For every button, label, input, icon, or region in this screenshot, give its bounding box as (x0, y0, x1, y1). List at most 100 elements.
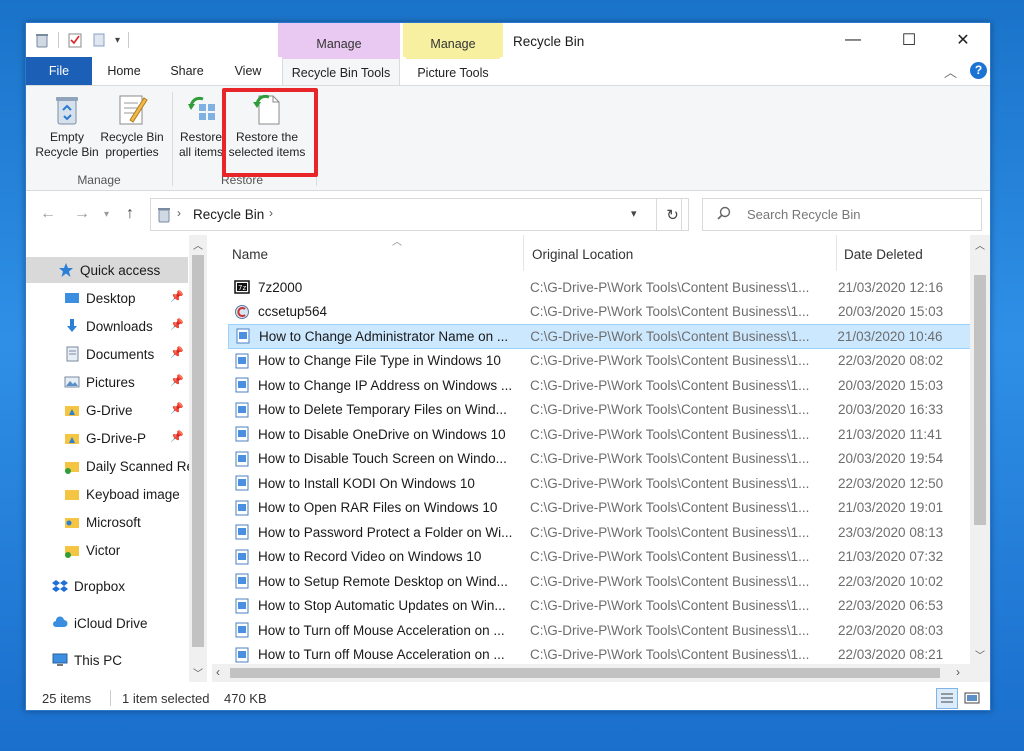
file-date: 22/03/2020 10:02 (838, 573, 944, 589)
file-row[interactable]: How to Open RAR Files on Windows 10 C:\G… (228, 496, 972, 521)
scroll-down-icon[interactable]: ﹀ (193, 665, 203, 680)
file-date: 23/03/2020 08:13 (838, 524, 944, 540)
image-file-icon (234, 622, 250, 638)
forward-arrow-icon[interactable]: → (74, 205, 90, 223)
column-header-original-location[interactable]: Original Location (532, 235, 633, 271)
properties-icon[interactable] (67, 32, 83, 48)
download-arrow-icon (64, 318, 80, 334)
nav-daily-scanned[interactable]: Daily Scanned Re (26, 453, 194, 479)
file-row[interactable]: ccsetup564 C:\G-Drive-P\Work Tools\Conte… (228, 300, 972, 325)
address-dropdown-icon[interactable]: ▾ (631, 207, 637, 220)
image-file-icon (234, 426, 250, 442)
refresh-button[interactable]: ↻ (656, 198, 689, 231)
nav-dropbox[interactable]: Dropbox (26, 573, 188, 599)
nav-label: Downloads (86, 318, 153, 334)
explorer-window: ▾ Manage Manage Recycle Bin — ☐ ✕ File H… (25, 22, 991, 711)
file-date: 21/03/2020 10:46 (837, 328, 943, 344)
tab-recycle-bin-tools[interactable]: Recycle Bin Tools (282, 57, 400, 86)
maximize-button[interactable]: ☐ (886, 23, 932, 57)
nav-label: Documents (86, 346, 155, 362)
column-separator[interactable] (523, 235, 524, 271)
file-name: How to Disable OneDrive on Windows 10 (258, 426, 506, 442)
nav-g-drive[interactable]: G-Drive 📌 (26, 397, 188, 423)
nav-keyboad-image[interactable]: Keyboad image (26, 481, 188, 507)
pin-icon[interactable]: 📌 (170, 402, 184, 415)
tab-home[interactable]: Home (102, 57, 146, 85)
nav-documents[interactable]: Documents 📌 (26, 341, 188, 367)
file-row[interactable]: How to Setup Remote Desktop on Wind... C… (228, 569, 972, 594)
file-row[interactable]: How to Password Protect a Folder on Wi..… (228, 520, 972, 545)
pin-icon[interactable]: 📌 (170, 346, 184, 359)
file-scroll-thumb[interactable] (974, 275, 986, 525)
tab-file[interactable]: File (26, 57, 92, 85)
nav-this-pc[interactable]: This PC (26, 647, 188, 673)
collapse-ribbon-icon[interactable]: ︿ (944, 62, 957, 81)
details-view-icon[interactable] (936, 688, 958, 709)
column-header-date-deleted[interactable]: Date Deleted (844, 235, 923, 271)
scroll-up-icon[interactable]: ︿ (193, 237, 203, 252)
horizontal-scrollbar[interactable]: ‹ › (212, 664, 970, 682)
tab-view[interactable]: View (226, 57, 270, 85)
installer-icon: 7z (234, 279, 250, 295)
column-separator[interactable] (836, 235, 837, 271)
nav-scroll-thumb[interactable] (192, 255, 204, 647)
scroll-up-icon[interactable]: ︿ (975, 237, 985, 252)
search-box[interactable]: Search Recycle Bin (702, 198, 982, 231)
nav-microsoft[interactable]: Microsoft (26, 509, 188, 535)
horizontal-scroll-thumb[interactable] (230, 668, 940, 678)
scroll-left-icon[interactable]: ‹ (216, 665, 220, 679)
nav-victor[interactable]: Victor (26, 537, 188, 563)
pin-icon[interactable]: 📌 (170, 318, 184, 331)
close-button[interactable]: ✕ (940, 23, 986, 57)
desktop-icon (64, 290, 80, 306)
new-folder-icon[interactable] (91, 32, 107, 48)
file-row[interactable]: How to Change File Type in Windows 10 C:… (228, 349, 972, 374)
tab-picture-tools[interactable]: Picture Tools (406, 57, 500, 85)
restore-all-items-button[interactable]: Restore all items (176, 92, 226, 160)
help-icon[interactable]: ? (970, 62, 987, 79)
file-row[interactable]: How to Record Video on Windows 10 C:\G-D… (228, 545, 972, 570)
sort-up-icon: ︿ (392, 237, 402, 248)
pin-icon[interactable]: 📌 (170, 290, 184, 303)
nav-icloud-drive[interactable]: iCloud Drive (26, 610, 188, 636)
file-row[interactable]: How to Disable Touch Screen on Windo... … (228, 447, 972, 472)
image-file-icon (234, 377, 250, 393)
address-bar[interactable]: › Recycle Bin › ▾ (150, 198, 682, 231)
tab-share[interactable]: Share (164, 57, 210, 85)
file-row[interactable]: How to Change IP Address on Windows ... … (228, 373, 972, 398)
pin-icon[interactable]: 📌 (170, 430, 184, 443)
column-header-name[interactable]: Name (232, 235, 268, 271)
google-drive-folder-icon (64, 402, 80, 418)
file-row[interactable]: How to Disable OneDrive on Windows 10 C:… (228, 422, 972, 447)
minimize-button[interactable]: — (830, 23, 876, 57)
breadcrumb-recycle-bin[interactable]: Recycle Bin (193, 207, 264, 222)
file-row[interactable]: How to Delete Temporary Files on Wind...… (228, 398, 972, 423)
file-row[interactable]: How to Install KODI On Windows 10 C:\G-D… (228, 471, 972, 496)
file-date: 22/03/2020 08:21 (838, 647, 944, 663)
nav-downloads[interactable]: Downloads 📌 (26, 313, 188, 339)
nav-pictures[interactable]: Pictures 📌 (26, 369, 188, 395)
empty-recycle-bin-button[interactable]: Empty Recycle Bin (34, 92, 100, 160)
user-folder-icon (64, 514, 80, 530)
pin-icon[interactable]: 📌 (170, 374, 184, 387)
back-arrow-icon[interactable]: ← (40, 205, 56, 223)
recent-locations-icon[interactable]: ▾ (104, 209, 109, 220)
file-row-selected[interactable]: How to Change Administrator Name on ... … (228, 324, 972, 349)
file-name: How to Turn off Mouse Acceleration on ..… (258, 622, 505, 638)
file-row[interactable]: 7z 7z2000 C:\G-Drive-P\Work Tools\Content… (228, 275, 972, 300)
customize-toolbar-icon[interactable]: ▾ (115, 35, 120, 46)
scroll-down-icon[interactable]: ﹀ (975, 647, 985, 662)
nav-scrollbar[interactable]: ︿ ﹀ (189, 235, 207, 682)
title-bar: ▾ Manage Manage Recycle Bin — ☐ ✕ (26, 23, 990, 59)
recycle-bin-icon[interactable] (34, 32, 50, 48)
nav-g-drive-p[interactable]: G-Drive-P 📌 (26, 425, 188, 451)
nav-quick-access[interactable]: Quick access (26, 257, 188, 283)
file-row[interactable]: How to Turn off Mouse Acceleration on ..… (228, 618, 972, 643)
scroll-right-icon[interactable]: › (956, 665, 960, 679)
file-row[interactable]: How to Stop Automatic Updates on Win... … (228, 594, 972, 619)
large-icons-view-icon[interactable] (962, 689, 982, 708)
up-arrow-icon[interactable]: ↑ (126, 205, 134, 223)
file-list-scrollbar[interactable]: ︿ ﹀ (970, 235, 990, 682)
recycle-bin-properties-button[interactable]: Recycle Bin properties (98, 92, 166, 160)
nav-desktop[interactable]: Desktop 📌 (26, 285, 188, 311)
